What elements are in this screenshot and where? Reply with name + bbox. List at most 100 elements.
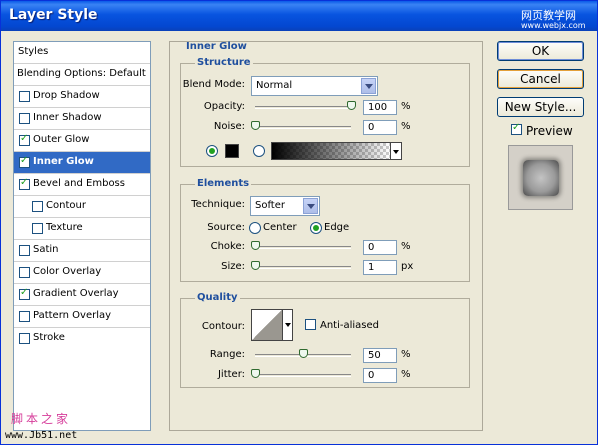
range-input[interactable]: 50 bbox=[363, 348, 397, 363]
ok-button[interactable]: OK bbox=[497, 41, 584, 61]
style-item-gradient-overlay[interactable]: Gradient Overlay bbox=[14, 284, 150, 306]
style-item-checkbox[interactable] bbox=[19, 333, 30, 344]
noise-slider-thumb[interactable] bbox=[251, 121, 260, 130]
jitter-slider-thumb[interactable] bbox=[251, 369, 260, 378]
opacity-slider-track[interactable] bbox=[255, 106, 351, 109]
layer-style-dialog: Layer Style 网页教学网 www.webjx.com Styles B… bbox=[0, 0, 598, 445]
style-item-checkbox[interactable] bbox=[19, 245, 30, 256]
quality-title: Quality bbox=[195, 292, 240, 303]
footer-watermark: 脚本之家 bbox=[11, 412, 72, 426]
opacity-unit: % bbox=[401, 101, 411, 112]
size-slider-track[interactable] bbox=[255, 266, 351, 269]
opacity-input[interactable]: 100 bbox=[363, 100, 397, 115]
style-item-label: Bevel and Emboss bbox=[33, 178, 125, 189]
range-unit: % bbox=[401, 349, 411, 360]
watermark-url: www.webjx.com bbox=[521, 21, 586, 30]
style-item-outer-glow[interactable]: Outer Glow bbox=[14, 130, 150, 152]
chevron-down-icon[interactable] bbox=[361, 78, 376, 94]
source-edge-radio[interactable] bbox=[310, 222, 322, 234]
choke-input[interactable]: 0 bbox=[363, 240, 397, 255]
style-item-label: Pattern Overlay bbox=[33, 310, 112, 321]
window-title: Layer Style bbox=[9, 7, 98, 23]
style-item-checkbox[interactable] bbox=[32, 223, 43, 234]
footer-url: www.Jb51.net bbox=[5, 430, 78, 441]
preview-swatch bbox=[523, 160, 559, 196]
anti-aliased-checkbox[interactable] bbox=[305, 319, 316, 330]
choke-unit: % bbox=[401, 241, 411, 252]
style-item-label: Outer Glow bbox=[33, 134, 90, 145]
style-item-checkbox[interactable] bbox=[19, 287, 30, 300]
choke-slider-thumb[interactable] bbox=[251, 241, 260, 250]
gradient-picker[interactable] bbox=[271, 142, 391, 160]
contour-label: Contour: bbox=[201, 321, 245, 332]
style-item-stroke[interactable]: Stroke bbox=[14, 328, 150, 350]
gradient-dropdown-arrow[interactable] bbox=[391, 142, 402, 160]
preview-checkbox[interactable] bbox=[511, 122, 522, 135]
blend-mode-value: Normal bbox=[256, 80, 293, 91]
glow-color-swatch[interactable] bbox=[225, 144, 239, 158]
style-item-checkbox[interactable] bbox=[19, 155, 30, 168]
source-edge-label: Edge bbox=[324, 222, 350, 233]
blend-mode-select[interactable]: Normal bbox=[251, 76, 378, 96]
choke-slider-track[interactable] bbox=[255, 246, 351, 249]
chevron-down-icon[interactable] bbox=[303, 198, 318, 214]
style-item-bevel-and-emboss[interactable]: Bevel and Emboss bbox=[14, 174, 150, 196]
quality-group: Quality Contour: Anti-aliased Range: 50 … bbox=[180, 292, 470, 388]
style-item-label: Texture bbox=[46, 222, 83, 233]
blending-options[interactable]: Blending Options: Default bbox=[14, 64, 150, 86]
style-item-label: Inner Glow bbox=[33, 156, 94, 167]
technique-label: Technique: bbox=[191, 199, 245, 210]
styles-header[interactable]: Styles bbox=[14, 42, 150, 64]
contour-picker[interactable] bbox=[251, 309, 283, 341]
structure-group: Structure Blend Mode: Normal Opacity: 10… bbox=[180, 57, 470, 167]
structure-title: Structure bbox=[195, 57, 253, 68]
opacity-slider-thumb[interactable] bbox=[347, 101, 356, 110]
blend-mode-label: Blend Mode: bbox=[182, 79, 245, 90]
style-item-pattern-overlay[interactable]: Pattern Overlay bbox=[14, 306, 150, 328]
size-label: Size: bbox=[221, 261, 245, 272]
source-center-radio[interactable] bbox=[249, 222, 261, 234]
blending-options-label: Blending Options: Default bbox=[17, 68, 146, 79]
style-item-label: Color Overlay bbox=[33, 266, 102, 277]
solid-color-radio[interactable] bbox=[206, 145, 218, 157]
size-slider-thumb[interactable] bbox=[251, 261, 260, 270]
technique-select[interactable]: Softer bbox=[250, 196, 320, 216]
title-bar[interactable]: Layer Style 网页教学网 www.webjx.com bbox=[1, 1, 597, 31]
jitter-unit: % bbox=[401, 369, 411, 380]
noise-unit: % bbox=[401, 121, 411, 132]
style-item-drop-shadow[interactable]: Drop Shadow bbox=[14, 86, 150, 108]
style-item-inner-glow[interactable]: Inner Glow bbox=[14, 152, 150, 174]
range-label: Range: bbox=[209, 349, 245, 360]
style-item-texture[interactable]: Texture bbox=[14, 218, 150, 240]
style-item-satin[interactable]: Satin bbox=[14, 240, 150, 262]
gradient-radio[interactable] bbox=[253, 145, 265, 157]
jitter-slider-track[interactable] bbox=[255, 374, 351, 377]
opacity-label: Opacity: bbox=[203, 101, 245, 112]
style-item-label: Gradient Overlay bbox=[33, 288, 119, 299]
style-item-checkbox[interactable] bbox=[32, 201, 43, 212]
style-item-checkbox[interactable] bbox=[19, 177, 30, 190]
preview-label: Preview bbox=[526, 124, 573, 138]
range-slider-thumb[interactable] bbox=[299, 349, 308, 358]
style-item-checkbox[interactable] bbox=[19, 311, 30, 322]
new-style-button[interactable]: New Style... bbox=[497, 97, 584, 117]
style-item-label: Satin bbox=[33, 244, 59, 255]
style-item-label: Drop Shadow bbox=[33, 90, 100, 101]
style-item-color-overlay[interactable]: Color Overlay bbox=[14, 262, 150, 284]
cancel-button[interactable]: Cancel bbox=[497, 69, 584, 89]
style-item-checkbox[interactable] bbox=[19, 133, 30, 146]
noise-slider-track[interactable] bbox=[255, 126, 351, 129]
noise-input[interactable]: 0 bbox=[363, 120, 397, 135]
style-item-checkbox[interactable] bbox=[19, 267, 30, 278]
style-item-inner-shadow[interactable]: Inner Shadow bbox=[14, 108, 150, 130]
jitter-input[interactable]: 0 bbox=[363, 368, 397, 383]
style-item-label: Stroke bbox=[33, 332, 65, 343]
style-item-contour[interactable]: Contour bbox=[14, 196, 150, 218]
style-item-checkbox[interactable] bbox=[19, 91, 30, 102]
contour-dropdown-arrow[interactable] bbox=[283, 309, 293, 341]
style-item-checkbox[interactable] bbox=[19, 113, 30, 124]
size-input[interactable]: 1 bbox=[363, 260, 397, 275]
size-unit: px bbox=[401, 261, 414, 272]
style-preview bbox=[508, 145, 573, 210]
jitter-label: Jitter: bbox=[217, 369, 245, 380]
